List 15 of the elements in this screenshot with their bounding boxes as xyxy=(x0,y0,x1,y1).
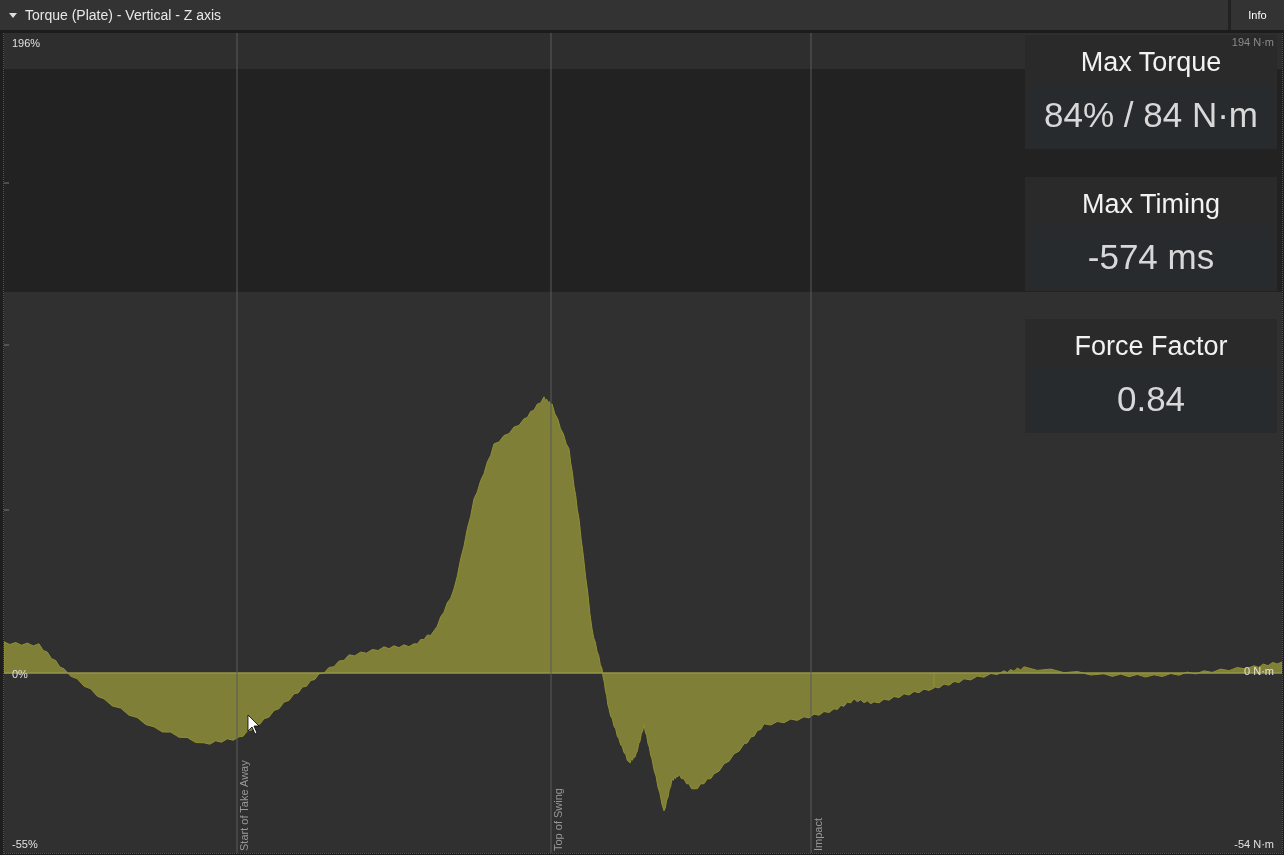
stat-label: Force Factor xyxy=(1074,330,1228,363)
axis-label: 0 N·m xyxy=(1244,665,1274,678)
marker-label: Impact xyxy=(812,818,824,851)
axis-label: 0% xyxy=(12,668,28,680)
axis-label: -55% xyxy=(12,838,38,850)
stat-label: Max Torque xyxy=(1080,46,1222,79)
axis-label: -54 N·m xyxy=(1234,838,1274,851)
axis-label: 196% xyxy=(12,37,41,49)
stat-label: Max Timing xyxy=(1081,188,1220,221)
panel-title: Torque (Plate) - Vertical - Z axis xyxy=(25,7,223,23)
axis-label: 194 N·m xyxy=(1231,36,1274,49)
cursor-icon xyxy=(247,714,260,735)
marker-label: Top of Swing xyxy=(552,788,564,851)
marker-label: Start of Take Away xyxy=(238,760,250,851)
caret-icon[interactable] xyxy=(9,12,17,18)
